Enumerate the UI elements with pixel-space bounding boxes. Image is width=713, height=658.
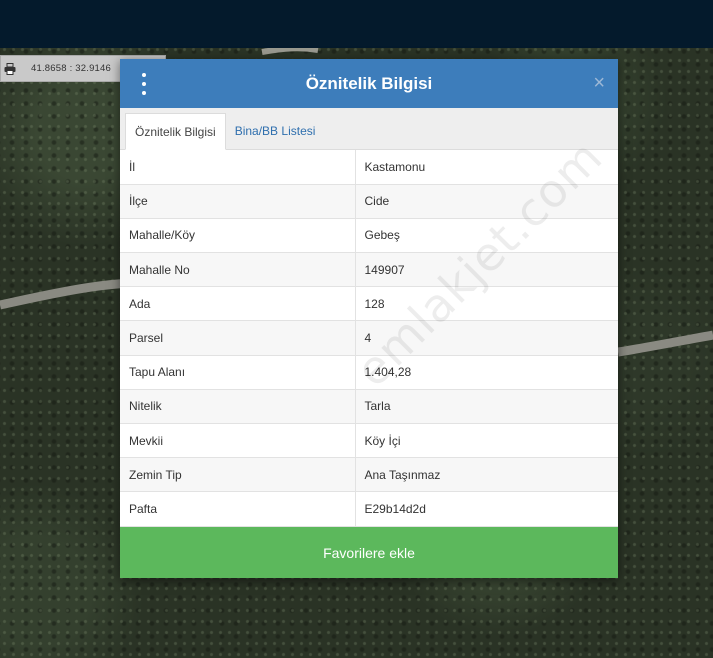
table-row: Mahalle/Köy Gebeş — [120, 218, 618, 254]
attribute-value: 128 — [355, 286, 618, 322]
attribute-value: Kastamonu — [355, 150, 618, 185]
table-row: Pafta E29b14d2d — [120, 491, 618, 527]
dialog-header: Öznitelik Bilgisi × — [120, 59, 618, 108]
tab-attribute-info[interactable]: Öznitelik Bilgisi — [125, 113, 226, 150]
tab-building-list[interactable]: Bina/BB Listesi — [226, 113, 325, 149]
table-row: Nitelik Tarla — [120, 389, 618, 425]
attribute-key: Pafta — [120, 491, 356, 527]
table-row: İl Kastamonu — [120, 150, 618, 185]
attribute-table: İl Kastamonu İlçe Cide Mahalle/Köy Gebeş Mahal… — [120, 150, 618, 527]
attribute-value: Gebeş — [355, 218, 618, 254]
attribute-value: 1.404,28 — [355, 355, 618, 390]
attribute-key: İl — [120, 150, 356, 185]
table-row: Mahalle No 149907 — [120, 252, 618, 288]
attribute-value: 4 — [355, 320, 618, 356]
table-row: Parsel 4 — [120, 320, 618, 356]
attribute-key: Mahalle/Köy — [120, 218, 356, 254]
table-row: Ada 128 — [120, 286, 618, 322]
table-row: İlçe Cide — [120, 184, 618, 219]
printer-icon[interactable] — [1, 55, 19, 82]
attribute-key: İlçe — [120, 184, 356, 219]
kebab-menu-icon[interactable] — [138, 73, 150, 95]
top-navigation-bar — [0, 0, 713, 48]
table-row: Zemin Tip Ana Taşınmaz — [120, 457, 618, 493]
table-row: Tapu Alanı 1.404,28 — [120, 355, 618, 390]
attribute-key: Zemin Tip — [120, 457, 356, 493]
attribute-value: Ana Taşınmaz — [355, 457, 618, 493]
attribute-value: Tarla — [355, 389, 618, 425]
coordinate-text: 41.8658 : 32.9146 — [31, 63, 111, 74]
table-row: Mevkii Köy İçi — [120, 423, 618, 459]
attribute-value: 149907 — [355, 252, 618, 288]
add-to-favorites-button[interactable]: Favorilere ekle — [120, 527, 618, 578]
dialog-tabs: Öznitelik Bilgisi Bina/BB Listesi — [120, 108, 618, 150]
attribute-info-dialog: Öznitelik Bilgisi × Öznitelik Bilgisi Bi… — [120, 59, 618, 578]
attribute-key: Tapu Alanı — [120, 355, 356, 390]
attribute-key: Nitelik — [120, 389, 356, 425]
attribute-key: Mevkii — [120, 423, 356, 459]
attribute-value: Cide — [355, 184, 618, 219]
attribute-key: Parsel — [120, 320, 356, 356]
attribute-value: Köy İçi — [355, 423, 618, 459]
close-icon[interactable]: × — [593, 71, 605, 95]
attribute-key: Mahalle No — [120, 252, 356, 288]
attribute-key: Ada — [120, 286, 356, 322]
attribute-value: E29b14d2d — [355, 491, 618, 527]
dialog-title: Öznitelik Bilgisi — [305, 73, 433, 93]
